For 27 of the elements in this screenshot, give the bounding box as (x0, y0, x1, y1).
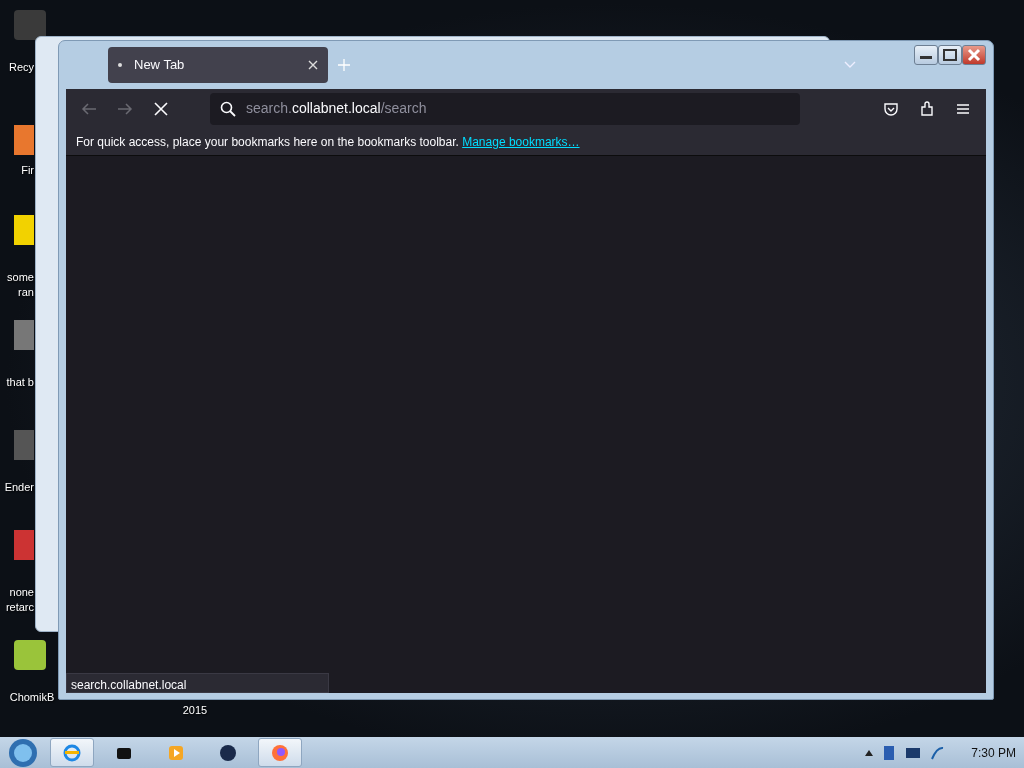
desktop-icon-label[interactable]: none retarc (2, 585, 34, 615)
manage-bookmarks-link[interactable]: Manage bookmarks… (462, 134, 580, 149)
desktop-icon-label[interactable]: that b (2, 375, 34, 390)
browser-icon[interactable] (62, 742, 82, 763)
back-icon[interactable] (81, 100, 97, 117)
orb-icon[interactable] (218, 742, 238, 763)
stop-icon[interactable] (153, 100, 169, 117)
desktop-shortcut-icon[interactable] (14, 10, 46, 40)
tab-favicon (118, 63, 122, 67)
pocket-icon[interactable] (883, 100, 899, 117)
desktop-icon-label[interactable]: Fir (2, 163, 34, 178)
desktop-icon-label[interactable]: Recy (2, 60, 34, 75)
address-bar[interactable]: search.collabnet.local/search (210, 92, 800, 125)
search-icon (220, 100, 236, 117)
bookmarks-hint: For quick access, place your bookmarks here on the bookmarks toolbar. Manage bookmarks… (76, 133, 580, 151)
clock[interactable]: 7:30 PM (971, 743, 1016, 762)
browser-tab[interactable]: New Tab (108, 47, 328, 83)
status-text: search.collabnet.local (66, 673, 329, 693)
forward-icon[interactable] (117, 100, 133, 117)
tray-expand-icon[interactable] (865, 749, 874, 756)
desktop-icon-label[interactable]: some ran (2, 270, 34, 300)
desktop-icon-label[interactable]: ChomikB (2, 690, 62, 705)
close-icon[interactable] (308, 60, 318, 70)
desktop-icon-label[interactable]: Ender (2, 480, 34, 495)
desktop-icon-label[interactable]: 2015 (165, 703, 225, 718)
extensions-icon[interactable] (919, 100, 935, 117)
url-text: search.collabnet.local/search (246, 99, 427, 118)
